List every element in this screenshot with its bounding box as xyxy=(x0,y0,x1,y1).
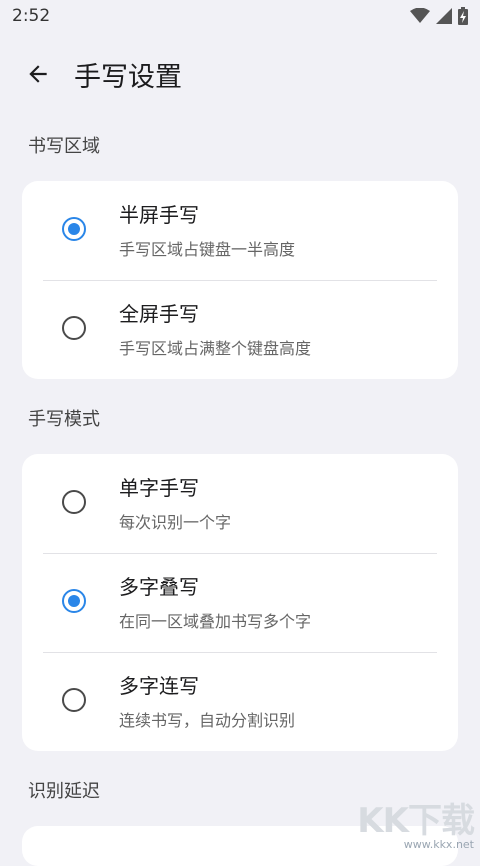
signal-icon xyxy=(436,8,452,24)
option-title: 半屏手写 xyxy=(119,203,199,227)
watermark-logo: KK下载 xyxy=(357,801,475,841)
watermark: KK下载 www.kkx.net xyxy=(357,793,475,851)
option-full-screen[interactable]: 全屏手写 手写区域占满整个键盘高度 xyxy=(22,280,458,379)
status-time: 2:52 xyxy=(12,6,51,26)
option-title: 全屏手写 xyxy=(119,302,199,326)
section-title-writing-mode: 手写模式 xyxy=(28,409,100,430)
toolbar: 手写设置 xyxy=(0,42,480,106)
wifi-icon xyxy=(410,8,430,23)
back-button[interactable] xyxy=(18,54,58,94)
option-multi-overlap[interactable]: 多字叠写 在同一区域叠加书写多个字 xyxy=(22,553,458,652)
status-bar: 2:52 xyxy=(0,0,480,32)
writing-area-card: 半屏手写 手写区域占键盘一半高度 全屏手写 手写区域占满整个键盘高度 xyxy=(22,181,458,379)
page-title: 手写设置 xyxy=(74,61,182,93)
option-multi-continuous[interactable]: 多字连写 连续书写，自动分割识别 xyxy=(22,652,458,751)
section-title-writing-area: 书写区域 xyxy=(28,136,100,157)
option-subtitle: 每次识别一个字 xyxy=(119,513,232,532)
arrow-back-icon xyxy=(29,65,47,83)
radio-multi-overlap[interactable] xyxy=(62,589,86,613)
radio-half-screen[interactable] xyxy=(62,217,86,241)
radio-multi-continuous[interactable] xyxy=(62,688,86,712)
option-subtitle: 连续书写，自动分割识别 xyxy=(119,711,296,730)
radio-single-char[interactable] xyxy=(62,490,86,514)
option-subtitle: 手写区域占满整个键盘高度 xyxy=(119,339,312,358)
option-subtitle: 在同一区域叠加书写多个字 xyxy=(119,612,312,631)
option-half-screen[interactable]: 半屏手写 手写区域占键盘一半高度 xyxy=(22,181,458,280)
section-title-recognition-delay: 识别延迟 xyxy=(28,781,100,802)
battery-charging-icon xyxy=(458,7,468,25)
option-title: 单字手写 xyxy=(119,476,199,500)
option-single-char[interactable]: 单字手写 每次识别一个字 xyxy=(22,454,458,553)
status-icons xyxy=(410,7,468,25)
option-subtitle: 手写区域占键盘一半高度 xyxy=(119,240,296,259)
option-title: 多字叠写 xyxy=(119,575,199,599)
radio-full-screen[interactable] xyxy=(62,316,86,340)
writing-mode-card: 单字手写 每次识别一个字 多字叠写 在同一区域叠加书写多个字 多字连写 连续书写… xyxy=(22,454,458,751)
option-title: 多字连写 xyxy=(119,674,199,698)
